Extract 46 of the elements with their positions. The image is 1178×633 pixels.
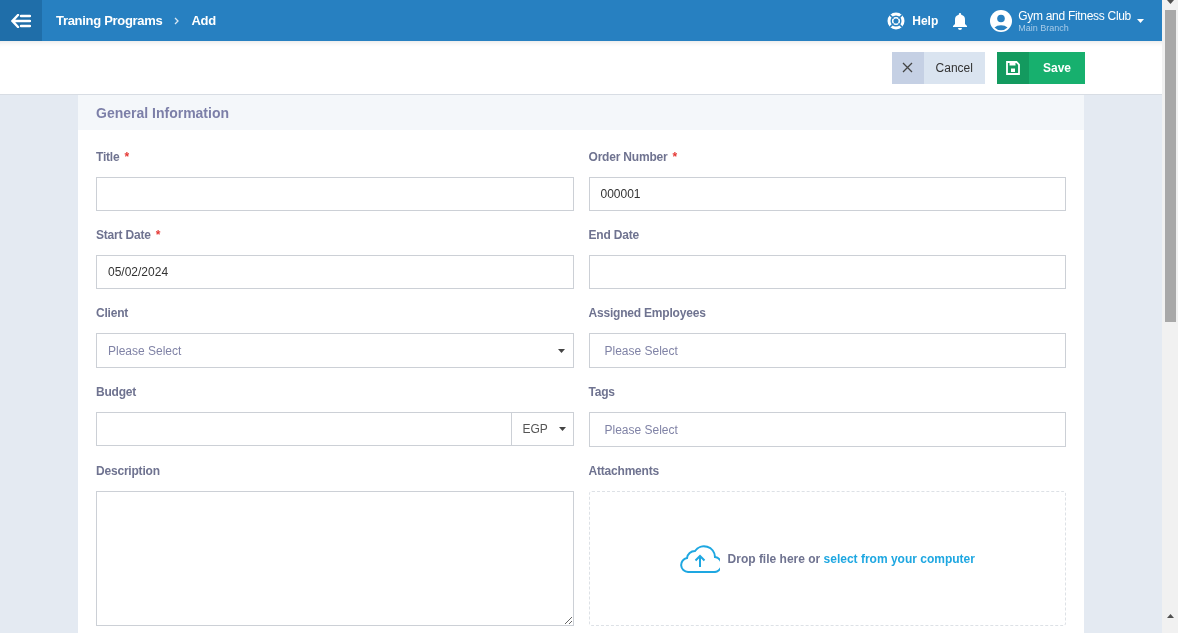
field-label: Start Date * bbox=[96, 228, 162, 242]
select-field[interactable]: Please Select bbox=[96, 333, 574, 368]
section-title: General Information bbox=[96, 104, 230, 121]
input-field[interactable] bbox=[588, 255, 1066, 289]
select-field[interactable]: Please Select bbox=[588, 333, 1066, 368]
caret-icon bbox=[1137, 18, 1144, 23]
breadcrumb-link[interactable]: Traning Programs bbox=[56, 13, 163, 28]
select-file-link[interactable]: select from your computer bbox=[823, 551, 975, 566]
required-marker: * bbox=[672, 150, 677, 164]
field-label: Assigned Employees bbox=[588, 306, 707, 320]
select-field[interactable]: Please Select bbox=[588, 412, 1066, 447]
scrollbar[interactable] bbox=[1162, 0, 1178, 633]
field-label: Order Number * bbox=[588, 150, 678, 164]
lifebuoy-icon bbox=[887, 11, 906, 30]
field-label: Title * bbox=[96, 150, 130, 164]
caret-icon bbox=[557, 348, 565, 353]
drop-zone[interactable]: Drop file here or select from your computer bbox=[588, 491, 1066, 626]
close-icon bbox=[902, 62, 914, 73]
field-label: Tags bbox=[588, 385, 616, 399]
field-label: Description bbox=[96, 464, 161, 478]
currency-select[interactable]: EGP bbox=[510, 412, 574, 446]
field-label: Client bbox=[96, 306, 130, 320]
help-link[interactable]: Help bbox=[887, 11, 939, 30]
input-field[interactable]: 05/02/2024 bbox=[96, 255, 574, 289]
save-button[interactable]: Save bbox=[996, 51, 1085, 84]
field-label: Budget bbox=[96, 385, 138, 399]
scrollbar-thumb[interactable] bbox=[1164, 10, 1176, 322]
account-menu[interactable]: Gym and Fitness Club Main Branch bbox=[990, 8, 1144, 33]
drop-hint: Drop file here or select from your computer bbox=[727, 551, 975, 566]
required-marker: * bbox=[124, 150, 129, 164]
cloud-upload-icon bbox=[679, 544, 720, 573]
field-label: End Date bbox=[588, 228, 640, 242]
caret-icon bbox=[558, 427, 566, 431]
input-field[interactable]: 000001 bbox=[588, 177, 1066, 211]
field-label: Attachments bbox=[588, 464, 660, 478]
user-avatar-icon bbox=[990, 9, 1013, 32]
notification-bell-icon[interactable] bbox=[952, 11, 969, 30]
breadcrumb-link[interactable]: Add bbox=[191, 13, 216, 28]
back-button[interactable] bbox=[0, 0, 42, 41]
back-menu-icon bbox=[11, 13, 31, 28]
chevron-right-icon bbox=[174, 16, 180, 25]
input-field[interactable] bbox=[96, 177, 574, 211]
textarea-field[interactable] bbox=[96, 491, 574, 626]
required-marker: * bbox=[155, 228, 161, 242]
cancel-button[interactable]: Cancel bbox=[891, 51, 985, 84]
input-field[interactable] bbox=[96, 412, 511, 446]
